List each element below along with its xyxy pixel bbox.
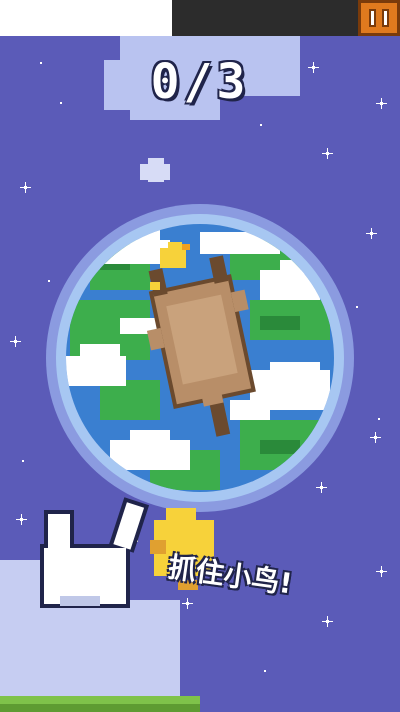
star xyxy=(10,336,21,347)
star xyxy=(366,228,377,239)
star xyxy=(20,182,31,193)
star xyxy=(316,482,327,493)
cloud-small xyxy=(140,158,170,182)
star xyxy=(182,598,193,609)
game-stage[interactable]: 0/3 抓住小鸟! xyxy=(0,0,400,712)
star xyxy=(260,124,262,126)
ground-strip xyxy=(0,696,200,712)
star xyxy=(22,460,24,462)
pause-icon xyxy=(369,9,376,27)
star xyxy=(48,280,50,282)
star xyxy=(264,670,266,672)
star xyxy=(322,616,333,627)
star xyxy=(378,418,380,420)
star xyxy=(356,306,358,308)
star xyxy=(16,514,27,525)
pointing-hand-icon xyxy=(40,497,150,608)
pause-icon xyxy=(382,9,389,27)
star xyxy=(322,148,333,159)
caught-counter: 0/3 xyxy=(150,54,250,110)
pause-button[interactable] xyxy=(358,0,400,36)
star xyxy=(376,566,387,577)
star xyxy=(370,432,381,443)
